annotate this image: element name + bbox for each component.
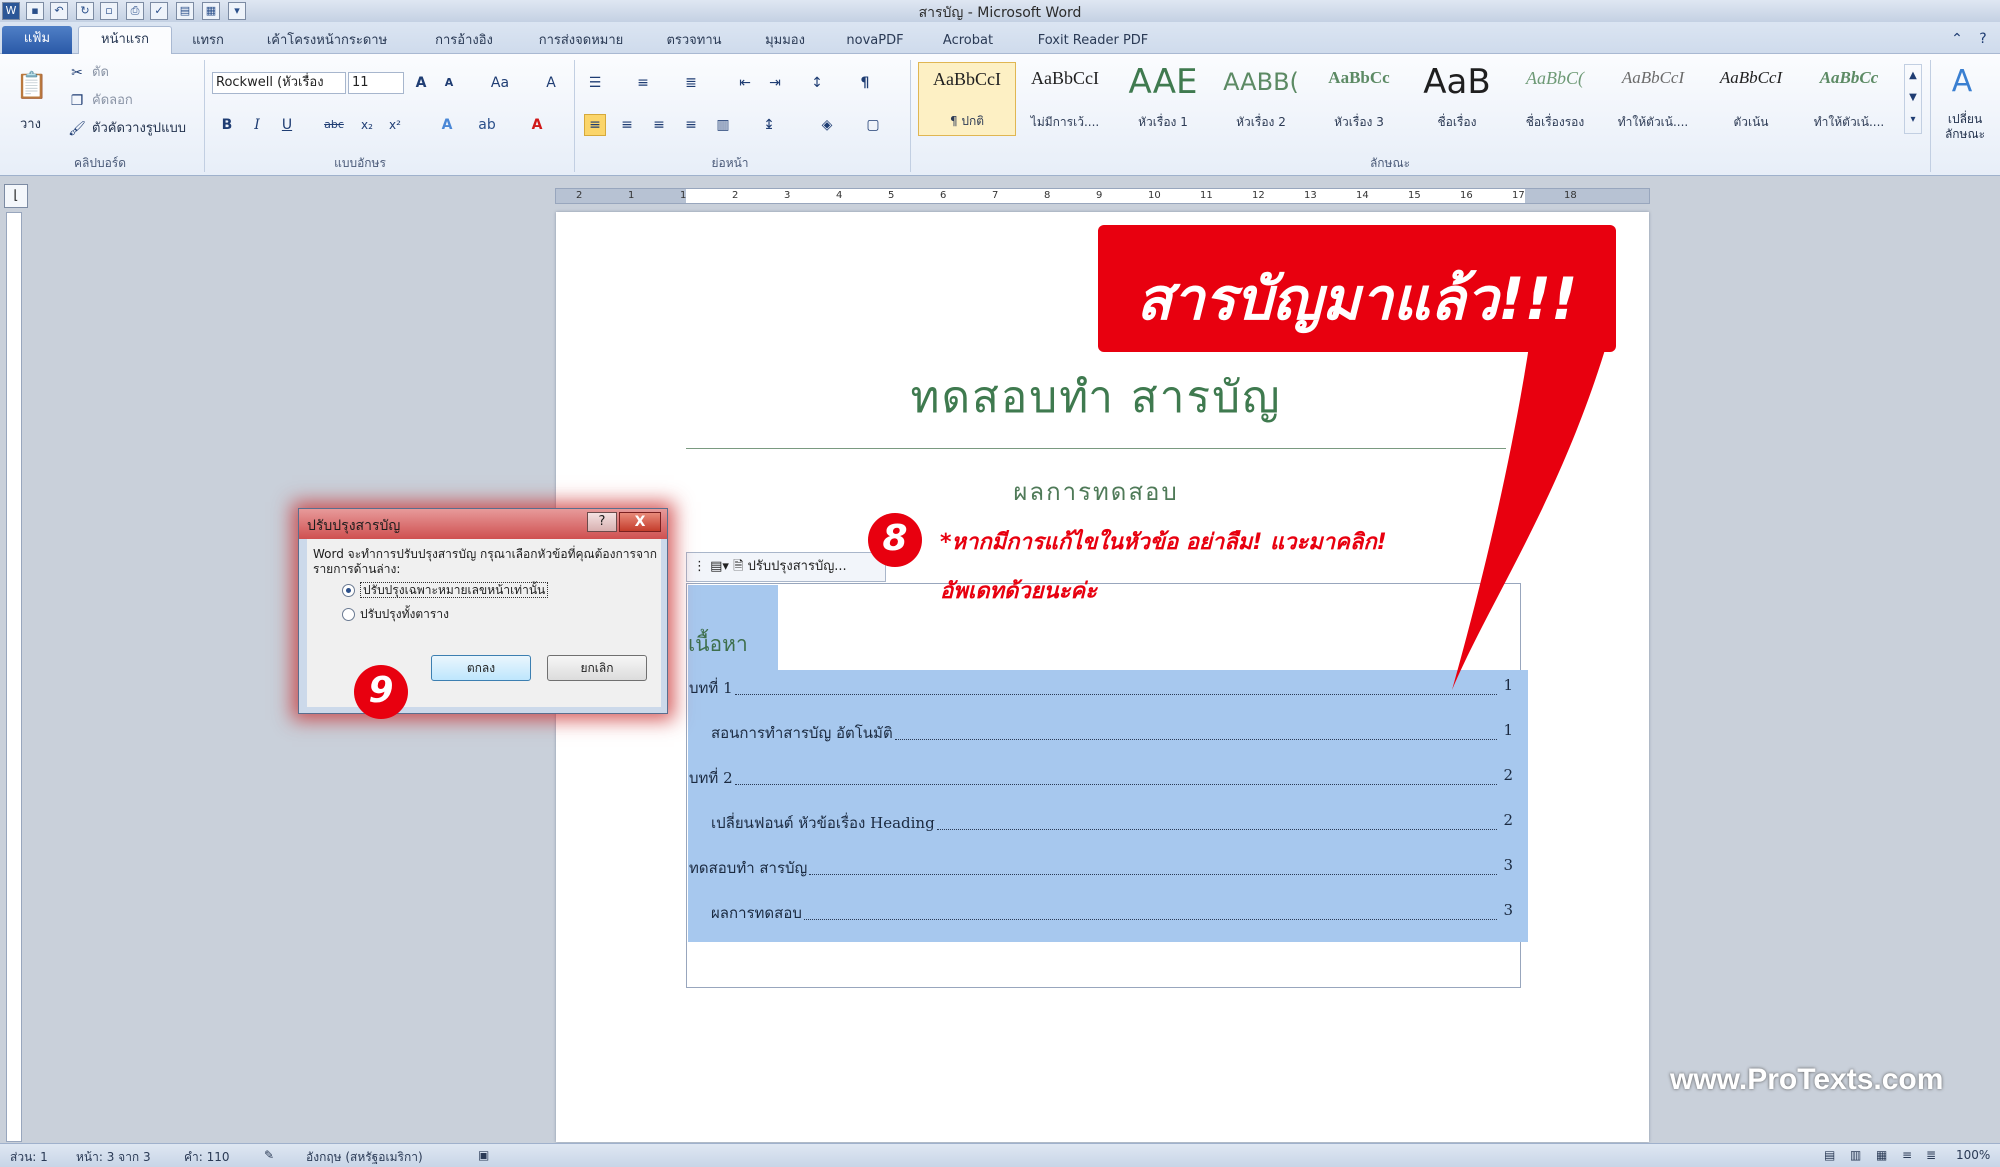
print-layout-view-icon[interactable]: ▤ [1824,1148,1835,1162]
radio-label: ปรับปรุงทั้งตาราง [360,607,449,621]
watermark: www.ProTexts.com [1670,1063,1944,1096]
macro-record-icon[interactable]: ▣ [478,1148,489,1162]
web-layout-view-icon[interactable]: ▦ [1876,1148,1887,1162]
outline-view-icon[interactable]: ≡ [1902,1148,1912,1162]
dialog-title-bar[interactable]: ปรับปรุงสารบัญ ? X [299,509,667,539]
page-indicator[interactable]: หน้า: 3 จาก 3 [76,1148,151,1167]
cancel-button[interactable]: ยกเลิก [547,655,647,681]
note-line-2: อัพเดทด้วยนะค่ะ [940,579,1097,604]
update-toc-dialog[interactable]: ปรับปรุงสารบัญ ? X Word จะทำการปรับปรุงส… [298,508,668,714]
dialog-close-button[interactable]: X [619,512,661,532]
full-screen-view-icon[interactable]: ▥ [1850,1148,1861,1162]
status-bar: ส่วน: 1 หน้า: 3 จาก 3 คำ: 110 ✎ อังกฤษ (… [0,1143,2000,1167]
word-count[interactable]: คำ: 110 [184,1148,230,1167]
ok-button[interactable]: ตกลง [431,655,531,681]
dialog-message: Word จะทำการปรับปรุงสารบัญ กรุณาเลือกหัว… [313,547,657,576]
step-9-badge: 9 [354,665,408,719]
radio-label: ปรับปรุงเฉพาะหมายเลขหน้าเท่านั้น [360,582,549,598]
dialog-title: ปรับปรุงสารบัญ [307,518,401,534]
proofing-icon[interactable]: ✎ [264,1148,274,1162]
dialog-help-button[interactable]: ? [587,512,617,532]
zoom-level[interactable]: 100% [1956,1148,1990,1162]
step-8-badge: 8 [868,513,922,567]
update-entire-table-radio[interactable]: ปรับปรุงทั้งตาราง [342,605,449,624]
radio-unselected-icon[interactable] [342,608,355,621]
language-indicator[interactable]: อังกฤษ (สหรัฐอเมริกา) [306,1148,423,1167]
draft-view-icon[interactable]: ≣ [1926,1148,1936,1162]
radio-selected-icon[interactable] [342,584,355,597]
section-indicator[interactable]: ส่วน: 1 [10,1148,48,1167]
note-line-1: *หากมีการแก้ไขในหัวข้อ อย่าลืม! แวะมาคลิ… [940,530,1387,555]
callout-text: สารบัญมาแล้ว!!! [1136,265,1578,333]
update-page-numbers-radio[interactable]: ปรับปรุงเฉพาะหมายเลขหน้าเท่านั้น [342,581,549,600]
